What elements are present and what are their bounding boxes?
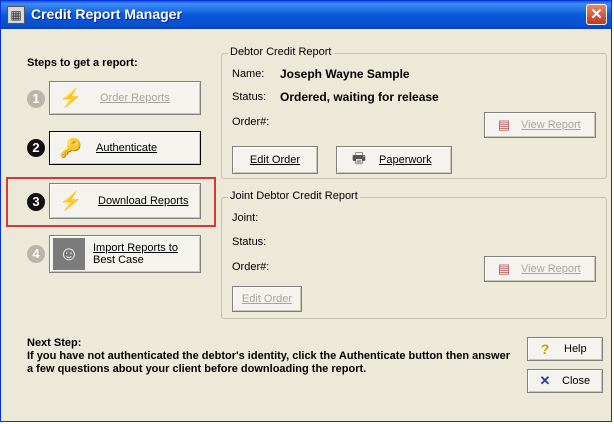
debtor-name-value: Joseph Wayne Sample: [280, 67, 410, 81]
app-icon: ▦: [7, 6, 25, 24]
debtor-status-value: Ordered, waiting for release: [280, 90, 439, 104]
debtor-credit-report-group: Debtor Credit Report Name: Joseph Wayne …: [221, 46, 607, 179]
close-label: Close: [562, 375, 591, 387]
joint-order-label: Order#:: [232, 261, 270, 273]
order-reports-label: Order Reports: [100, 92, 170, 104]
step-1-number: 1: [27, 90, 45, 108]
joint-status-label: Status:: [232, 236, 267, 248]
import-reports-label: Import Reports to Best Case: [93, 242, 178, 266]
authenticate-button[interactable]: 🔑 Authenticate: [49, 131, 201, 165]
joint-group-title: Joint Debtor Credit Report: [228, 190, 360, 202]
authenticate-label: Authenticate: [96, 142, 158, 154]
close-button[interactable]: ✕ Close: [527, 369, 603, 393]
debtor-group-title: Debtor Credit Report: [228, 46, 334, 58]
joint-edit-order-button[interactable]: Edit Order: [232, 286, 302, 312]
help-label: Help: [564, 343, 587, 355]
paperwork-button[interactable]: 🖶 Paperwork: [336, 146, 452, 174]
lightning-icon: ⚡: [59, 87, 83, 108]
joint-label: Joint:: [232, 212, 259, 224]
face-icon: ☺: [53, 238, 85, 270]
debtor-view-report-label: View Report: [521, 119, 581, 131]
next-step-text: If you have not authenticated the debtor…: [27, 350, 511, 375]
download-reports-button[interactable]: ⚡ Download Reports: [49, 183, 201, 219]
next-step-heading: Next Step:: [27, 337, 82, 349]
status-label: Status:: [232, 91, 267, 103]
import-reports-button[interactable]: ☺ Import Reports to Best Case: [49, 235, 201, 273]
download-reports-label: Download Reports: [98, 195, 189, 207]
joint-view-report-label: View Report: [521, 263, 581, 275]
window-close-button[interactable]: ✕: [586, 4, 607, 25]
step-4-number: 4: [27, 245, 45, 263]
close-icon: ✕: [539, 373, 551, 388]
paperwork-label: Paperwork: [379, 154, 432, 166]
printer-icon: 🖶: [351, 149, 367, 167]
debtor-edit-order-label: Edit Order: [249, 154, 301, 166]
step-3-number: 3: [27, 193, 45, 211]
client-area: Steps to get a report: 1 ⚡ Order Reports…: [5, 31, 607, 419]
step-2-number: 2: [27, 139, 45, 157]
debtor-view-report-button[interactable]: ▤ View Report: [484, 112, 596, 138]
debtor-edit-order-button[interactable]: Edit Order: [232, 146, 318, 174]
key-icon: 🔑: [59, 137, 83, 158]
joint-edit-order-label: Edit Order: [241, 293, 293, 305]
joint-credit-report-group: Joint Debtor Credit Report Joint: Status…: [221, 190, 607, 319]
report-icon: ▤: [497, 117, 511, 132]
name-label: Name:: [232, 68, 265, 80]
next-step-panel: Next Step: If you have not authenticated…: [27, 337, 517, 376]
import-label-line1: Import Reports to: [93, 242, 178, 254]
window-title: Credit Report Manager: [31, 6, 182, 22]
import-label-line2: Best Case: [93, 254, 144, 266]
report-icon: ▤: [497, 261, 511, 276]
question-icon: ?: [540, 341, 550, 357]
help-button[interactable]: ? Help: [527, 337, 603, 361]
joint-view-report-button[interactable]: ▤ View Report: [484, 256, 596, 282]
steps-heading: Steps to get a report:: [27, 57, 138, 69]
order-number-label: Order#:: [232, 116, 270, 128]
lightning-icon: ⚡: [59, 190, 83, 211]
credit-report-manager-window: ▦ Credit Report Manager ✕ Steps to get a…: [0, 0, 612, 422]
title-bar[interactable]: ▦ Credit Report Manager ✕: [1, 1, 611, 29]
order-reports-button[interactable]: ⚡ Order Reports: [49, 81, 201, 115]
